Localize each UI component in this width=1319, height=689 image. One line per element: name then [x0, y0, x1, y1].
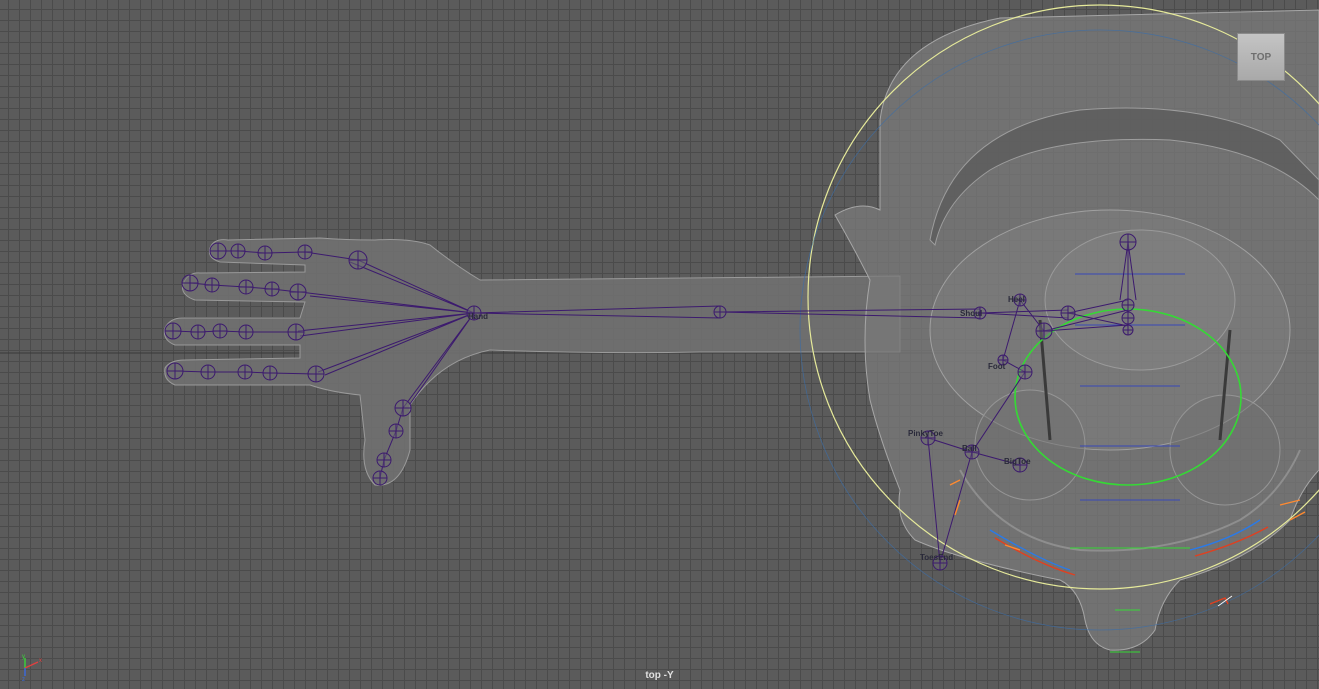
joint-label-hand: Hand [468, 312, 488, 321]
joint-label-bigtoe: BigToe [1004, 457, 1031, 466]
scene-canvas[interactable]: Hand Shoul Heel PinkyToe BigToe ToesEnd … [0, 0, 1319, 689]
joint-label-ball: Ball [962, 444, 977, 453]
joint-label-pinkytoe: PinkyToe [908, 429, 944, 438]
joint-label-foot: Foot [988, 362, 1006, 371]
view-cube[interactable]: TOP [1237, 33, 1285, 81]
view-cube-label: TOP [1250, 51, 1272, 63]
viewport-top[interactable]: Hand Shoul Heel PinkyToe BigToe ToesEnd … [0, 0, 1319, 689]
joint-label-heel: Heel [1008, 295, 1025, 304]
body-mesh [834, 9, 1319, 651]
camera-label: top -Y [645, 670, 674, 681]
joint-label-shoulder: Shoul [960, 309, 982, 318]
arm-mesh [164, 237, 901, 486]
axis-y-label: y [22, 654, 25, 660]
axis-x-label: x [39, 658, 42, 664]
joint-label-toesend: ToesEnd [920, 553, 953, 562]
